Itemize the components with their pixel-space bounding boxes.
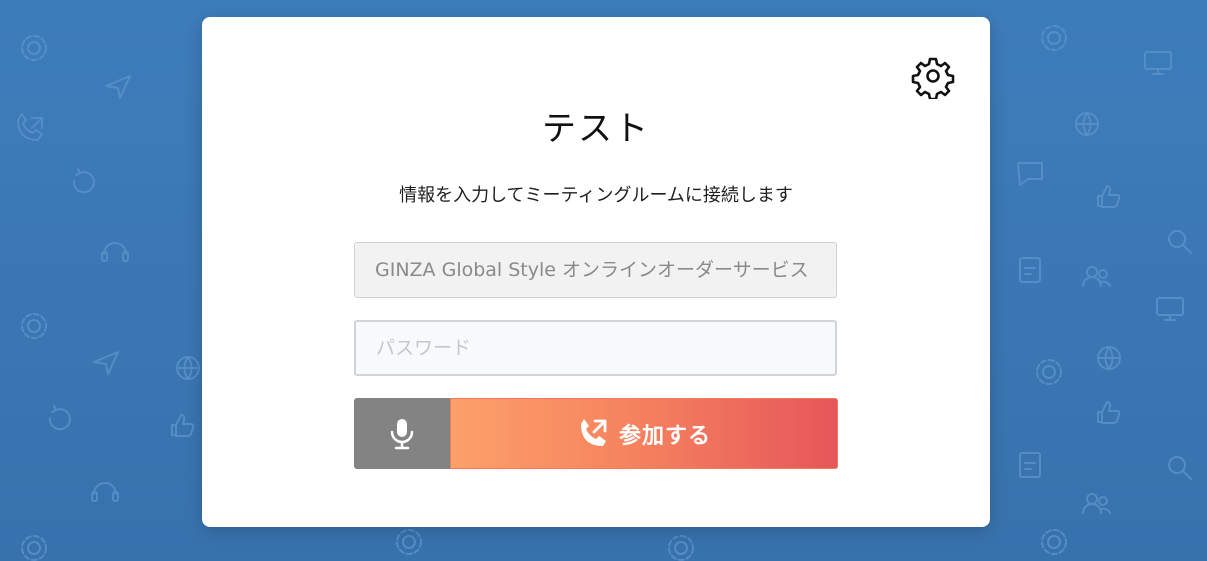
thumbs-up-icon: [1097, 185, 1121, 208]
gear-icon: [1041, 529, 1067, 555]
thumbs-up-icon: [1097, 401, 1121, 424]
users-icon: [1082, 493, 1111, 514]
gear-icon: [21, 313, 47, 339]
chat-icon: [1017, 162, 1043, 186]
globe-icon: [176, 356, 200, 380]
login-card: テスト 情報を入力してミーティングルームに接続します GINZA Global …: [202, 17, 990, 527]
monitor-icon: [1156, 297, 1184, 321]
refresh-icon: [48, 405, 71, 431]
join-button[interactable]: 参加する: [450, 398, 838, 469]
page-subtitle: 情報を入力してミーティングルームに接続します: [399, 185, 793, 206]
clipboard-icon: [1019, 452, 1041, 478]
phone-outgoing-icon: [580, 418, 607, 446]
thumbs-up-icon: [171, 414, 195, 437]
headset-icon: [91, 482, 119, 502]
gear-icon: [668, 535, 694, 561]
gear-icon: [396, 529, 422, 555]
settings-button[interactable]: [910, 53, 956, 101]
action-row: 参加する: [354, 398, 838, 469]
gear-icon: [911, 57, 955, 101]
password-input[interactable]: [354, 320, 837, 376]
join-button-label: 参加する: [618, 423, 711, 449]
search-icon: [1168, 230, 1192, 254]
users-icon: [1082, 266, 1111, 287]
room-name-field[interactable]: GINZA Global Style オンラインオーダーサービス: [354, 242, 837, 298]
microphone-icon: [390, 418, 414, 449]
gear-icon: [21, 535, 47, 561]
send-icon: [93, 351, 119, 375]
globe-icon: [1075, 112, 1099, 136]
headset-icon: [101, 242, 129, 262]
page-title: テスト: [542, 109, 650, 149]
phone-icon: [17, 113, 43, 141]
gear-icon: [21, 35, 47, 61]
clipboard-icon: [1019, 257, 1041, 283]
gear-icon: [1036, 359, 1062, 385]
send-icon: [105, 75, 131, 99]
search-icon: [1168, 456, 1192, 480]
monitor-icon: [1144, 51, 1172, 75]
microphone-button[interactable]: [354, 398, 450, 469]
globe-icon: [1097, 346, 1121, 370]
gear-icon: [1041, 25, 1067, 51]
refresh-icon: [72, 168, 95, 194]
